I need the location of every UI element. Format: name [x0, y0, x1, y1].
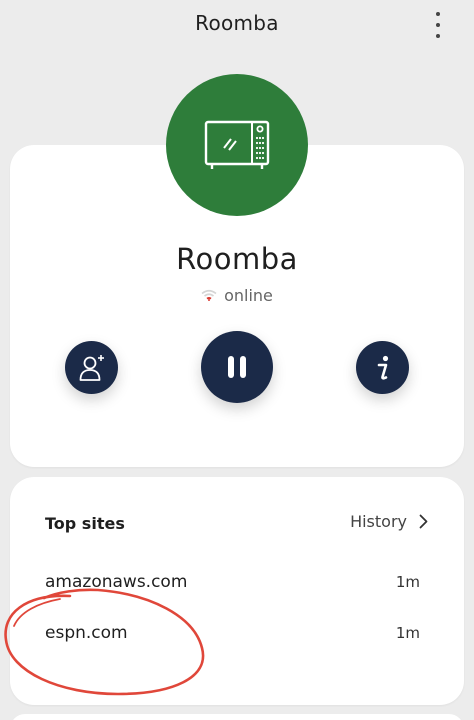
site-domain: espn.com: [45, 623, 128, 643]
top-sites-title: Top sites: [45, 514, 125, 533]
site-time: 1m: [395, 624, 420, 642]
history-link[interactable]: History: [350, 512, 428, 531]
history-label: History: [350, 512, 407, 531]
device-avatar: [166, 74, 308, 216]
device-name: Roomba: [176, 242, 298, 276]
add-user-icon: [79, 354, 104, 381]
info-button[interactable]: [356, 341, 409, 394]
page-title: Roomba: [195, 11, 279, 35]
site-row[interactable]: amazonaws.com 1m: [45, 570, 420, 594]
device-status: online: [0, 285, 474, 305]
add-user-button[interactable]: [65, 341, 118, 394]
microwave-icon: [204, 120, 270, 169]
pause-icon: [228, 356, 246, 378]
status-text: online: [224, 285, 273, 305]
site-row[interactable]: espn.com 1m: [45, 621, 420, 645]
wifi-icon: [201, 289, 217, 301]
info-icon: [377, 355, 388, 380]
site-time: 1m: [395, 573, 420, 591]
pause-button[interactable]: [201, 331, 273, 403]
site-domain: amazonaws.com: [45, 572, 188, 592]
app-header: Roomba: [0, 0, 474, 50]
more-options-icon[interactable]: [434, 12, 442, 38]
chevron-right-icon: [419, 514, 428, 529]
next-card: [10, 714, 464, 720]
